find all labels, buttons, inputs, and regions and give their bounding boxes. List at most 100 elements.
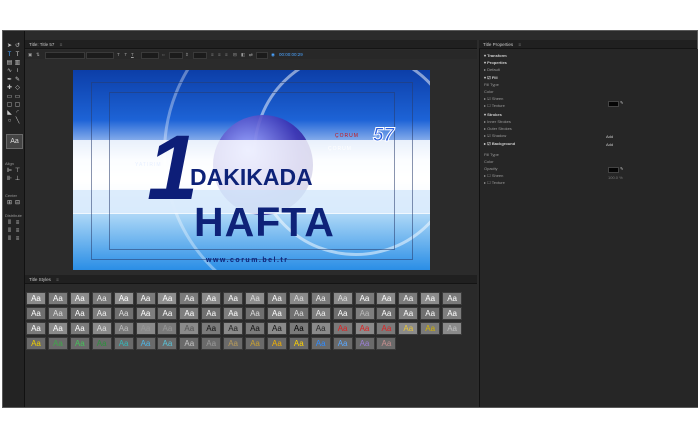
style-swatch[interactable]: Aa <box>201 337 222 350</box>
property-row[interactable]: ▸ ☐ Sheen <box>484 173 503 178</box>
property-row[interactable]: Color <box>484 159 494 164</box>
style-swatch[interactable]: Aa <box>69 337 90 350</box>
inner-strokes-add[interactable]: Add <box>606 134 613 139</box>
style-swatch[interactable]: Aa <box>442 292 463 305</box>
opacity-value[interactable]: 100.0 % <box>608 175 623 180</box>
timecode[interactable]: 00:00:00:29 <box>279 51 303 58</box>
frame-field[interactable] <box>256 52 268 59</box>
style-swatch[interactable]: Aa <box>223 292 244 305</box>
arc-tool-icon[interactable]: ◜ <box>14 110 21 117</box>
italic-button[interactable]: T <box>124 51 127 58</box>
style-swatch[interactable]: Aa <box>310 337 331 350</box>
kerning-field[interactable] <box>169 52 183 59</box>
style-swatch[interactable]: Aa <box>179 292 200 305</box>
style-swatch[interactable]: Aa <box>157 337 178 350</box>
style-swatch[interactable]: Aa <box>376 322 397 335</box>
distribute-top-icon[interactable]: ≡ <box>14 220 21 227</box>
style-swatch[interactable]: Aa <box>47 337 68 350</box>
pen-tool-icon[interactable]: ✒ <box>6 77 13 84</box>
property-row[interactable]: Fill Type <box>484 82 499 87</box>
vertical-type-tool-icon[interactable]: T <box>14 52 21 59</box>
leading-icon[interactable]: ⇕ <box>185 51 189 58</box>
vertical-area-type-icon[interactable]: ▥ <box>14 60 21 67</box>
align-center-icon[interactable]: ⊪ <box>6 176 13 183</box>
style-swatch[interactable]: Aa <box>157 292 178 305</box>
style-swatch[interactable]: Aa <box>420 292 441 305</box>
style-swatch[interactable]: Aa <box>310 292 331 305</box>
styles-panel-tab[interactable]: Title Styles ≡ <box>25 275 477 284</box>
style-swatch[interactable]: Aa <box>398 292 419 305</box>
property-row[interactable]: Fill Type <box>484 152 499 157</box>
style-swatch[interactable]: Aa <box>26 292 46 305</box>
style-swatch[interactable]: Aa <box>91 307 112 320</box>
property-row[interactable]: ▸ ☐ Texture <box>484 103 505 108</box>
sync-icon[interactable]: ⇄ <box>249 51 253 58</box>
style-swatch[interactable]: Aa <box>332 322 353 335</box>
show-background-icon[interactable]: ◉ <box>271 51 275 58</box>
style-swatch[interactable]: Aa <box>113 322 134 335</box>
style-swatch[interactable]: Aa <box>266 322 287 335</box>
rounded-corner-icon[interactable]: ▢ <box>14 102 21 109</box>
style-swatch[interactable]: Aa <box>398 307 419 320</box>
clipped-corner-icon[interactable]: ▭ <box>14 94 21 101</box>
area-type-tool-icon[interactable]: ▤ <box>6 60 13 67</box>
style-swatch[interactable]: Aa <box>288 307 309 320</box>
rotation-tool-icon[interactable]: ↺ <box>14 43 21 50</box>
font-size-field[interactable] <box>141 52 159 59</box>
style-swatch[interactable]: Aa <box>288 337 309 350</box>
style-swatch[interactable]: Aa <box>135 337 156 350</box>
style-swatch[interactable]: Aa <box>288 292 309 305</box>
property-row[interactable]: ▸ Outer Strokes <box>484 126 512 131</box>
style-swatch[interactable]: Aa <box>398 322 419 335</box>
style-swatch[interactable]: Aa <box>179 322 200 335</box>
style-swatch[interactable]: Aa <box>201 292 222 305</box>
style-swatch[interactable]: Aa <box>69 307 90 320</box>
property-row[interactable]: Opacity <box>484 166 498 171</box>
type-tool-icon[interactable]: T <box>6 52 13 59</box>
property-row[interactable]: ▾ Strokes <box>484 112 502 117</box>
center-vertical-icon[interactable]: ⊟ <box>14 200 21 207</box>
style-swatch[interactable]: Aa <box>91 337 112 350</box>
style-swatch[interactable]: Aa <box>332 292 353 305</box>
style-swatch[interactable]: Aa <box>376 292 397 305</box>
style-swatch[interactable]: Aa <box>47 292 68 305</box>
align-left-text-icon[interactable]: ≡ <box>211 51 214 58</box>
style-swatch[interactable]: Aa <box>113 337 134 350</box>
style-swatch[interactable]: Aa <box>179 337 200 350</box>
style-swatch[interactable]: Aa <box>442 307 463 320</box>
add-anchor-icon[interactable]: ✚ <box>6 85 13 92</box>
properties-panel-tab[interactable]: Title Properties ≡ <box>479 40 697 49</box>
property-row[interactable]: ▾ ☑ Fill <box>484 75 498 80</box>
style-swatch[interactable]: Aa <box>47 322 68 335</box>
wedge-tool-icon[interactable]: ◣ <box>6 110 13 117</box>
style-swatch[interactable]: Aa <box>135 307 156 320</box>
style-swatch[interactable]: Aa <box>223 307 244 320</box>
roll-crawl-icon[interactable]: ⇅ <box>36 51 40 58</box>
panel-menu-icon[interactable]: ≡ <box>60 42 63 47</box>
ellipse-tool-icon[interactable]: ○ <box>6 118 13 125</box>
selection-tool-icon[interactable]: ➤ <box>6 43 13 50</box>
style-swatch[interactable]: Aa <box>376 307 397 320</box>
style-swatch[interactable]: Aa <box>442 322 463 335</box>
panel-menu-icon[interactable]: ≡ <box>56 277 59 282</box>
style-swatch[interactable]: Aa <box>310 322 331 335</box>
style-swatch[interactable]: Aa <box>420 322 441 335</box>
panel-menu-icon[interactable]: ≡ <box>518 42 521 47</box>
title-url[interactable]: www.corum.bel.tr <box>206 257 288 264</box>
fill-color-swatch[interactable] <box>608 101 619 107</box>
style-swatch[interactable]: Aa <box>91 322 112 335</box>
style-swatch[interactable]: Aa <box>201 322 222 335</box>
property-row[interactable]: ▸ Default <box>484 67 500 72</box>
title-panel-tab[interactable]: Title: Title 57 ≡ <box>25 40 477 49</box>
bold-button[interactable]: T <box>117 51 120 58</box>
leading-field[interactable] <box>193 52 207 59</box>
style-swatch[interactable]: Aa <box>245 292 265 305</box>
align-center-text-icon[interactable]: ≡ <box>218 51 221 58</box>
style-swatch[interactable]: Aa <box>376 337 397 350</box>
align-middle-icon[interactable]: ⊥ <box>14 176 21 183</box>
kerning-icon[interactable]: ⇔ <box>161 51 166 58</box>
distribute-middle-icon[interactable]: ≡ <box>14 228 21 235</box>
style-swatch[interactable]: Aa <box>113 292 134 305</box>
align-right-text-icon[interactable]: ≡ <box>225 51 228 58</box>
title-line-1[interactable]: DAKIKADA <box>190 165 313 189</box>
